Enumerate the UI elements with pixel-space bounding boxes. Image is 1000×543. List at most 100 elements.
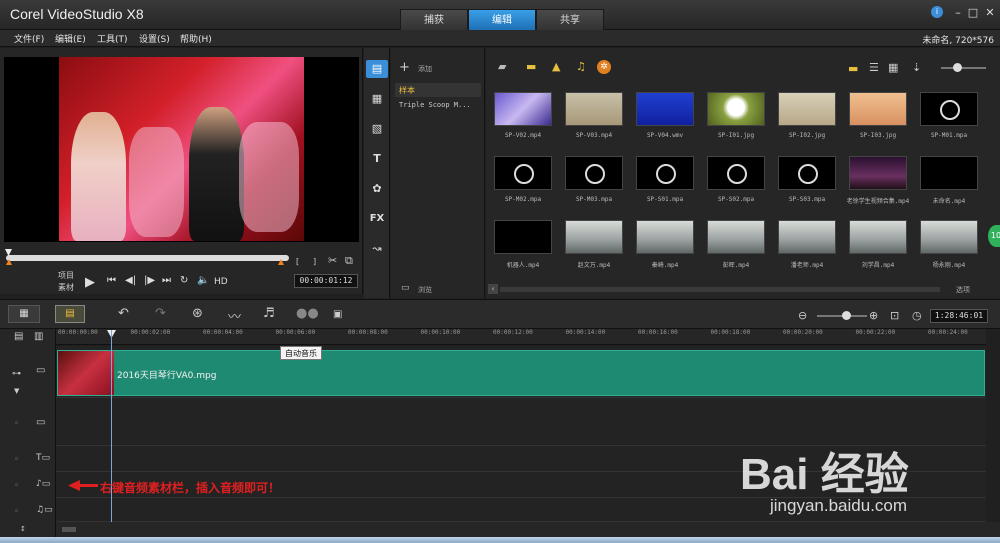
tab-edit[interactable]: 编辑 bbox=[468, 9, 536, 30]
tab-share[interactable]: 共享 bbox=[536, 9, 604, 30]
info-icon[interactable]: i bbox=[931, 6, 943, 18]
media-thumbnail-label: 机器人.mp4 bbox=[506, 262, 540, 269]
media-thumbnail[interactable] bbox=[494, 92, 552, 126]
mark-in-button[interactable]: [ bbox=[296, 257, 299, 266]
instant-project-icon[interactable]: ▦ bbox=[366, 90, 388, 108]
add-folder-label[interactable]: 添加 bbox=[418, 64, 432, 74]
browse-icon[interactable]: ▭ bbox=[401, 283, 410, 293]
add-chapter-icon[interactable]: ▥ bbox=[34, 331, 43, 342]
scrubber-bar[interactable] bbox=[6, 255, 289, 261]
hint-arrow-icon bbox=[68, 480, 98, 491]
ruler-tick-label: 00:00:22:00 bbox=[855, 329, 896, 336]
media-thumbnail[interactable] bbox=[565, 220, 623, 254]
zoom-in-icon[interactable]: ⊕ bbox=[869, 309, 878, 322]
sound-mixer-icon[interactable]: 〰 bbox=[228, 306, 241, 325]
folder-label-triple-scoop[interactable]: Triple Scoop M... bbox=[399, 101, 471, 109]
play-icon[interactable]: ▶ bbox=[85, 275, 95, 290]
overlay-track-toggle-icon[interactable]: ◦ bbox=[14, 419, 19, 429]
record-capture-icon[interactable]: ⊛ bbox=[192, 306, 203, 321]
timecode-display[interactable]: 00:00:01:12 bbox=[294, 274, 358, 288]
subtitle-editor-icon[interactable]: ▣ bbox=[333, 309, 342, 320]
zoom-slider-handle[interactable] bbox=[842, 311, 851, 320]
media-thumbnail[interactable] bbox=[849, 92, 907, 126]
menu-edit[interactable]: 编辑(E) bbox=[55, 32, 86, 45]
timeline-scrollbar-thumb[interactable] bbox=[62, 527, 76, 532]
volume-icon[interactable]: 🔈 bbox=[197, 275, 209, 286]
media-thumbnail[interactable] bbox=[920, 92, 978, 126]
video-clip-thumbnail bbox=[58, 351, 114, 395]
media-thumbnail[interactable] bbox=[494, 156, 552, 190]
video-track-lock-icon[interactable]: ⊶ bbox=[12, 369, 21, 379]
title-icon[interactable]: T bbox=[366, 150, 388, 168]
horizontal-scrollbar[interactable] bbox=[500, 287, 940, 292]
track-manager-icon[interactable]: ▤ bbox=[14, 331, 23, 342]
project-duration: 1:28:46:01 bbox=[930, 309, 988, 323]
transition-icon[interactable]: ▧ bbox=[366, 120, 388, 138]
close-button[interactable]: ✕ bbox=[983, 6, 997, 20]
menu-tools[interactable]: 工具(T) bbox=[97, 32, 128, 45]
title-track-toggle-icon[interactable]: ◦ bbox=[14, 455, 19, 465]
undo-icon[interactable]: ↶ bbox=[118, 306, 129, 321]
dancers bbox=[129, 127, 184, 237]
minimize-button[interactable]: – bbox=[951, 6, 965, 20]
media-thumbnail[interactable] bbox=[707, 92, 765, 126]
menu-settings[interactable]: 设置(S) bbox=[139, 32, 170, 45]
media-thumbnail[interactable] bbox=[565, 92, 623, 126]
expand-badge-icon[interactable]: 10 bbox=[988, 225, 1000, 247]
storyboard-view-button[interactable]: ▦ bbox=[8, 305, 40, 323]
music-track-toggle-icon[interactable]: ◦ bbox=[14, 507, 19, 517]
repeat-icon[interactable]: ↻ bbox=[180, 275, 188, 286]
media-thumbnail-label: SP-I02.jpg bbox=[788, 132, 826, 139]
filter-icon[interactable]: FX bbox=[366, 210, 388, 228]
menu-file[interactable]: 文件(F) bbox=[14, 32, 44, 45]
media-thumbnail[interactable] bbox=[707, 220, 765, 254]
media-grid: SP-V02.mp4 SP-V03.mp4 SP-V04.wmv SP-I01.jpg… bbox=[486, 48, 1000, 298]
scroll-left-icon[interactable]: ‹ bbox=[488, 284, 498, 294]
maximize-button[interactable]: □ bbox=[966, 6, 980, 20]
timeline-scroll-toggle-icon[interactable]: ↕ bbox=[20, 525, 26, 533]
project-duration-icon: ◷ bbox=[912, 309, 922, 322]
graphic-icon[interactable]: ✿ bbox=[366, 180, 388, 198]
fit-project-icon[interactable]: ⊡ bbox=[890, 309, 899, 322]
redo-icon[interactable]: ↷ bbox=[155, 306, 166, 321]
timeline-view-button[interactable]: ▤ bbox=[55, 305, 85, 323]
auto-music-icon[interactable]: ♬ bbox=[263, 306, 275, 321]
go-start-icon[interactable]: ⏮ bbox=[107, 275, 116, 286]
media-thumbnail[interactable] bbox=[920, 220, 978, 254]
browse-label[interactable]: 浏览 bbox=[418, 285, 432, 295]
media-thumbnail[interactable] bbox=[778, 220, 836, 254]
folder-label-samples: 样本 bbox=[399, 86, 415, 95]
media-thumbnail[interactable] bbox=[636, 156, 694, 190]
media-icon[interactable]: ▤ bbox=[366, 60, 388, 78]
menu-help[interactable]: 帮助(H) bbox=[180, 32, 212, 45]
media-thumbnail[interactable] bbox=[778, 92, 836, 126]
zoom-out-icon[interactable]: ⊖ bbox=[798, 309, 807, 322]
add-folder-icon[interactable]: + bbox=[399, 60, 410, 75]
voice-track-toggle-icon[interactable]: ◦ bbox=[14, 481, 19, 491]
media-thumbnail[interactable] bbox=[636, 220, 694, 254]
media-thumbnail[interactable] bbox=[849, 156, 907, 190]
media-thumbnail[interactable] bbox=[920, 156, 978, 190]
go-end-icon[interactable]: ⏭ bbox=[162, 275, 171, 286]
taskbar bbox=[0, 537, 1000, 543]
tab-capture[interactable]: 捕获 bbox=[400, 9, 468, 30]
path-icon[interactable]: ↝ bbox=[366, 240, 388, 258]
split-clip-icon[interactable]: ✂ bbox=[328, 254, 337, 267]
video-track-collapse-icon[interactable]: ▼ bbox=[14, 387, 19, 395]
next-frame-icon[interactable]: |▶ bbox=[144, 275, 155, 286]
media-thumbnail[interactable] bbox=[494, 220, 552, 254]
options-label[interactable]: 选项 bbox=[956, 285, 970, 295]
media-thumbnail[interactable] bbox=[636, 92, 694, 126]
enlarge-preview-icon[interactable]: ⧉ bbox=[345, 254, 353, 268]
media-thumbnail[interactable] bbox=[707, 156, 765, 190]
hd-preview-button[interactable]: HD bbox=[214, 277, 228, 287]
prev-frame-icon[interactable]: ◀| bbox=[125, 275, 136, 286]
mode-clip[interactable]: 素材 bbox=[58, 282, 74, 293]
media-thumbnail[interactable] bbox=[849, 220, 907, 254]
motion-tracking-icon[interactable]: ●● bbox=[296, 306, 319, 321]
mode-project[interactable]: 项目 bbox=[58, 270, 74, 281]
mark-out-button[interactable]: ] bbox=[313, 257, 316, 266]
ruler-tick-label: 00:00:24:00 bbox=[928, 329, 968, 336]
media-thumbnail[interactable] bbox=[778, 156, 836, 190]
media-thumbnail[interactable] bbox=[565, 156, 623, 190]
